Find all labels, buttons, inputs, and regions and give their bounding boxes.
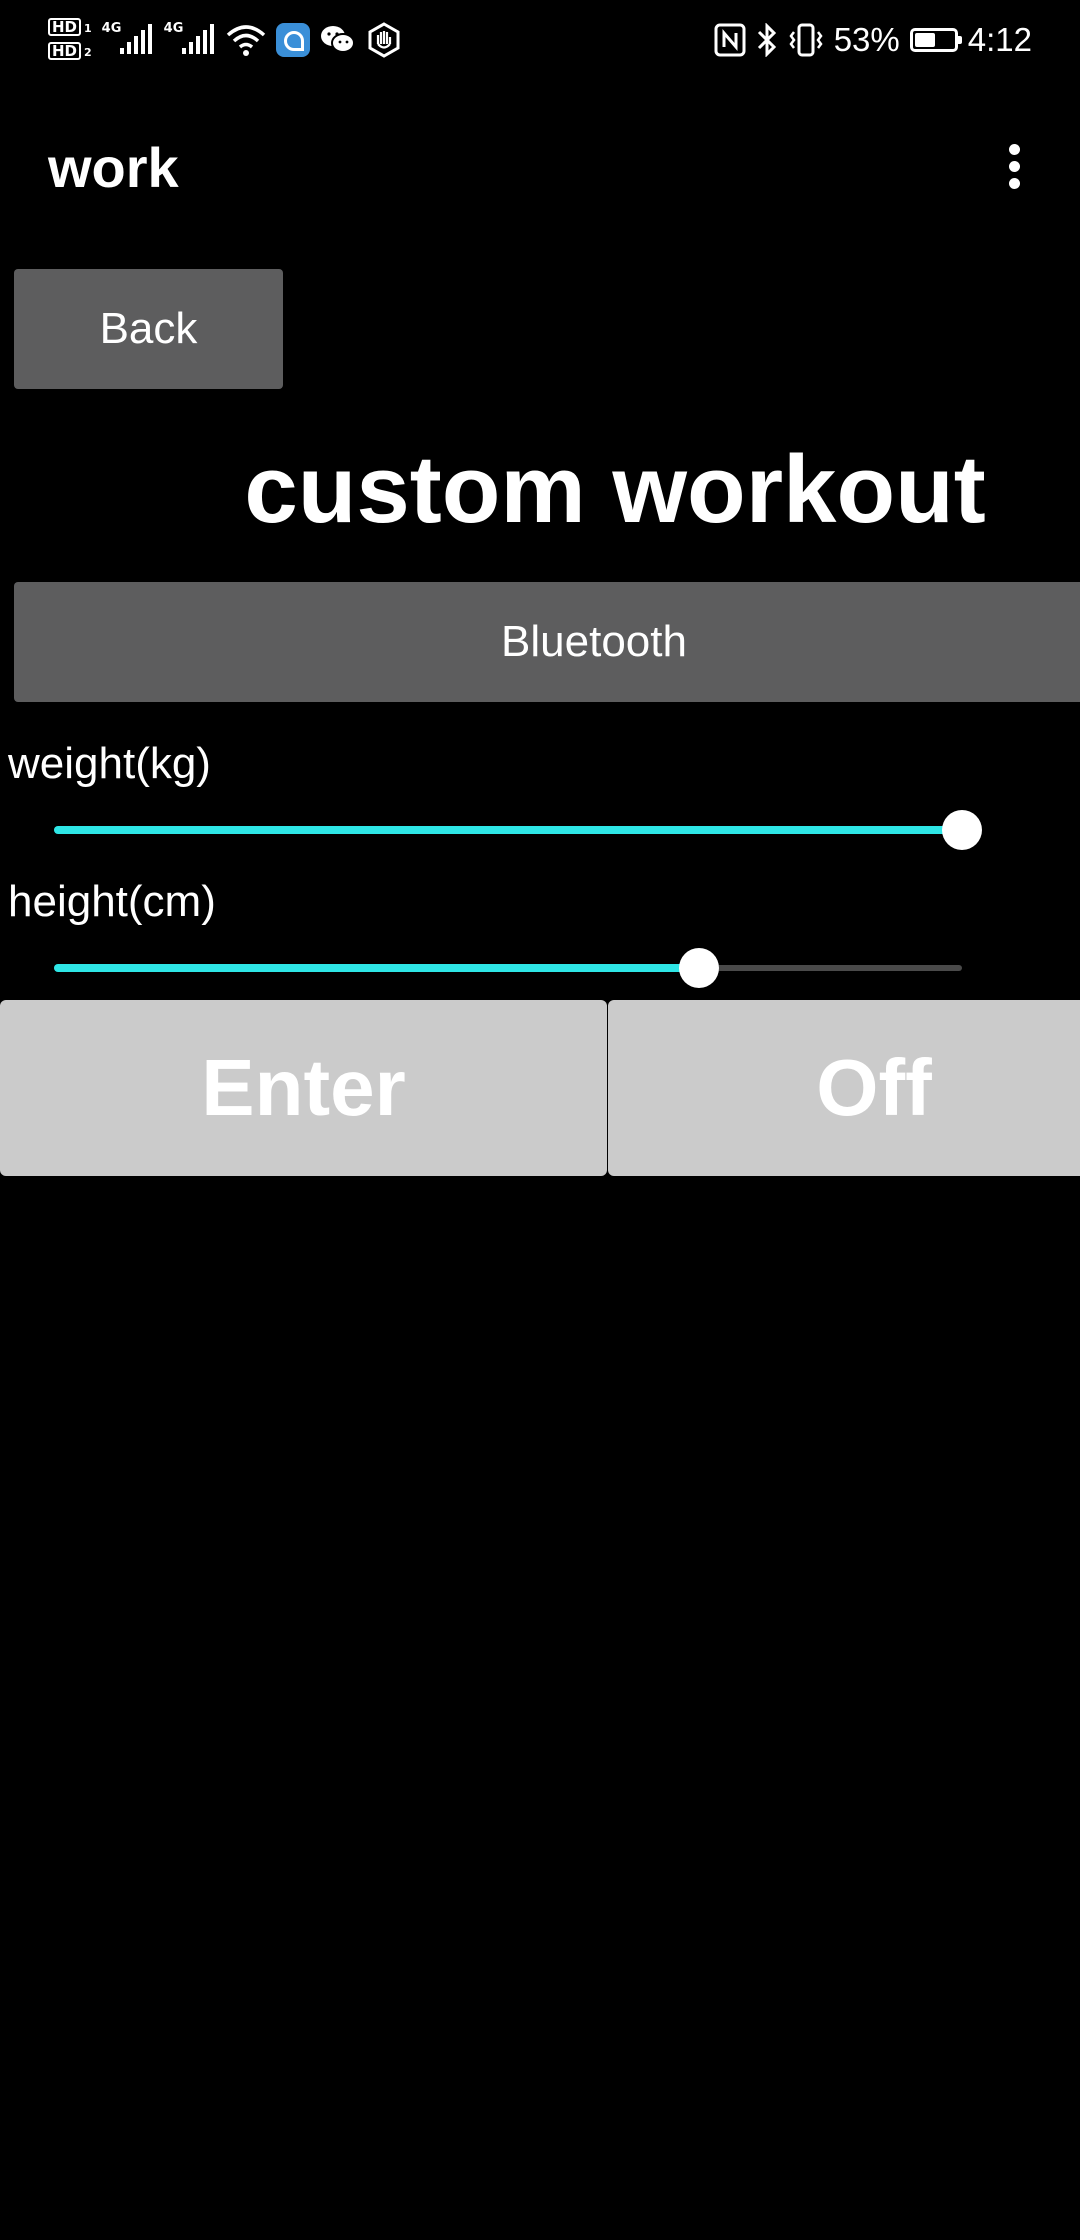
overflow-menu-button[interactable] [994, 134, 1034, 198]
bluetooth-button[interactable]: Bluetooth [14, 582, 1080, 702]
battery-level [914, 33, 935, 47]
wechat-icon [320, 24, 356, 56]
wifi-icon [226, 23, 266, 57]
hd-indicators: HD 1 HD 2 [48, 18, 92, 62]
status-left: HD 1 HD 2 4G 4G [48, 10, 402, 70]
back-button[interactable]: Back [14, 269, 283, 389]
weight-slider-progress [54, 826, 962, 834]
sim2-hd-badge: HD 2 [48, 42, 92, 62]
enter-button[interactable]: Enter [0, 1000, 607, 1176]
more-vert-icon [1008, 160, 1020, 172]
bluetooth-button-label: Bluetooth [501, 617, 687, 666]
status-bar: HD 1 HD 2 4G 4G 53% 4:12 [0, 0, 1080, 80]
more-vert-icon [1008, 177, 1020, 189]
status-right: 53% 4:12 [714, 10, 1032, 70]
height-slider-thumb[interactable] [679, 948, 719, 988]
height-slider[interactable] [54, 948, 962, 988]
app-title: work [48, 136, 179, 199]
vibrate-icon [788, 23, 824, 57]
sim1-hd-badge: HD 1 [48, 18, 92, 38]
signal-icon: 4G [102, 20, 154, 60]
signal-icon: 4G [164, 20, 216, 60]
weight-label: weight(kg) [8, 739, 211, 788]
off-button[interactable]: Off [608, 1000, 1080, 1176]
height-label: height(cm) [8, 877, 216, 926]
battery-percent: 53% [833, 21, 900, 58]
weight-slider[interactable] [54, 810, 982, 850]
app-notification-icon [275, 23, 310, 57]
more-vert-icon [1008, 143, 1020, 155]
battery-icon [909, 28, 962, 52]
bluetooth-icon [756, 23, 778, 57]
clock: 4:12 [967, 21, 1032, 58]
hand-icon [366, 22, 402, 58]
weight-slider-thumb[interactable] [942, 810, 982, 850]
off-button-label: Off [816, 1043, 932, 1132]
height-slider-progress [54, 964, 699, 972]
page-title: custom workout [244, 436, 986, 543]
nfc-icon [714, 23, 746, 57]
